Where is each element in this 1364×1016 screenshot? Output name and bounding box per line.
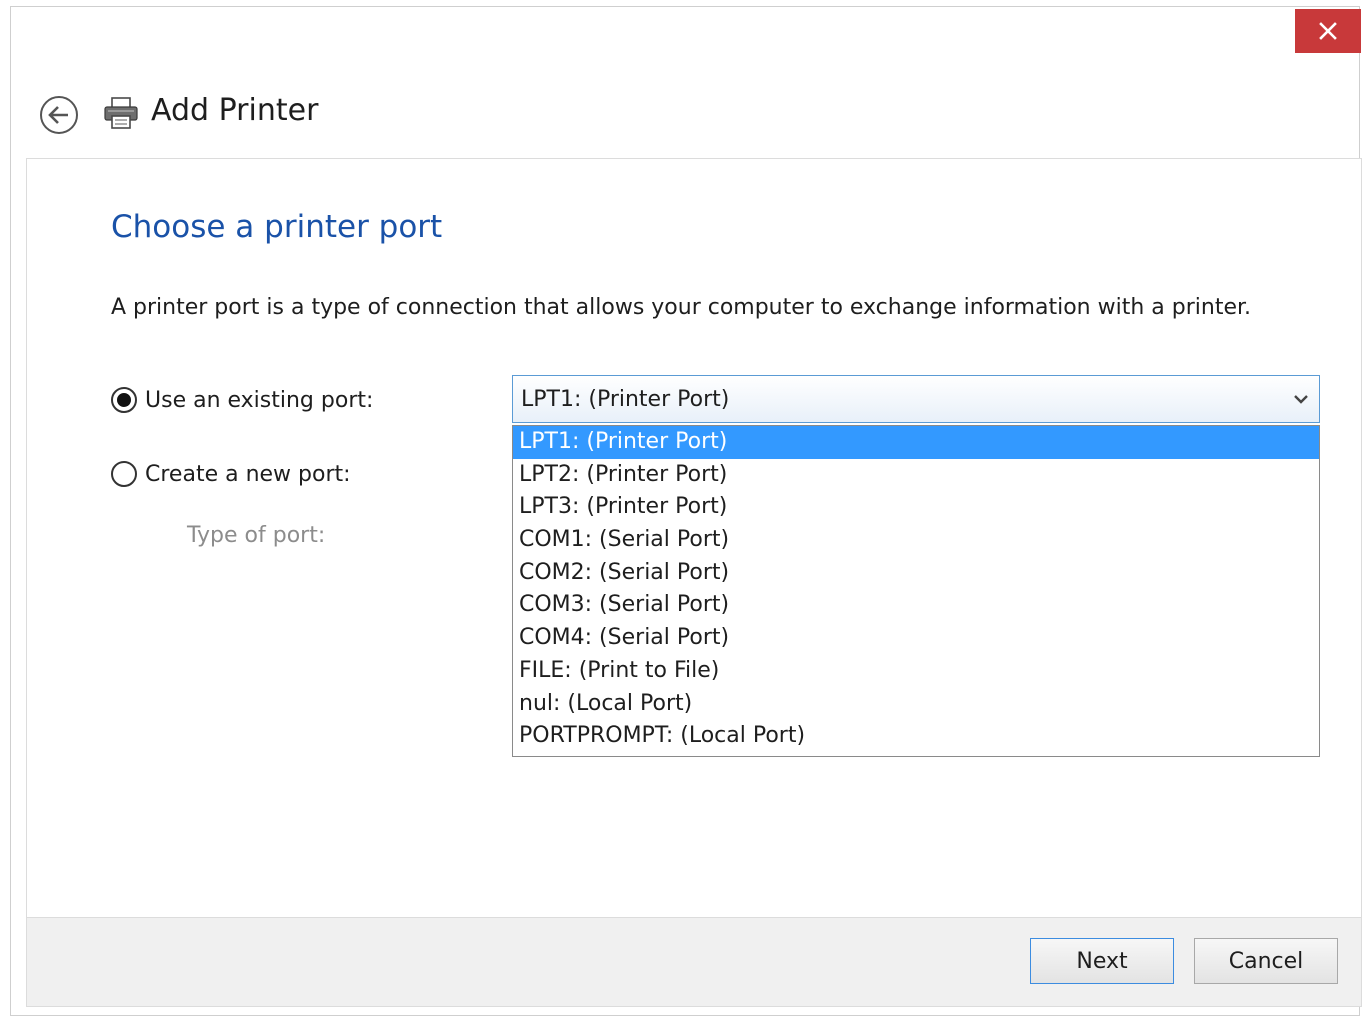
port-option[interactable]: nul: (Local Port) <box>513 688 1319 721</box>
use-existing-port-label: Use an existing port: <box>145 387 374 413</box>
port-option[interactable]: LPT1: (Printer Port) <box>513 426 1319 459</box>
existing-port-select[interactable]: LPT1: (Printer Port) <box>512 375 1320 423</box>
type-of-port-label: Type of port: <box>187 523 326 548</box>
printer-icon <box>103 95 139 131</box>
back-button[interactable] <box>39 95 79 135</box>
radio-dot <box>117 393 131 407</box>
create-new-port-radio[interactable]: Create a new port: <box>111 461 351 487</box>
page-title: Choose a printer port <box>111 209 443 245</box>
port-option[interactable]: COM3: (Serial Port) <box>513 589 1319 622</box>
next-button[interactable]: Next <box>1030 938 1174 984</box>
port-option[interactable]: COM1: (Serial Port) <box>513 524 1319 557</box>
radio-button-unchecked[interactable] <box>111 461 137 487</box>
cancel-button[interactable]: Cancel <box>1194 938 1338 984</box>
use-existing-port-radio[interactable]: Use an existing port: <box>111 387 373 413</box>
port-option[interactable]: PORTPROMPT: (Local Port) <box>513 720 1319 753</box>
radio-button-checked[interactable] <box>111 387 137 413</box>
add-printer-window: Add Printer Choose a printer port A prin… <box>10 6 1362 1016</box>
existing-port-select-value: LPT1: (Printer Port) <box>521 386 730 412</box>
window-title: Add Printer <box>151 93 319 128</box>
chevron-down-icon[interactable] <box>1283 375 1319 423</box>
back-arrow-icon <box>39 96 79 139</box>
port-option[interactable]: LPT3: (Printer Port) <box>513 491 1319 524</box>
port-option[interactable]: FILE: (Print to File) <box>513 655 1319 688</box>
page-description: A printer port is a type of connection t… <box>111 295 1251 320</box>
port-dropdown-list: LPT1: (Printer Port) LPT2: (Printer Port… <box>512 425 1320 757</box>
port-option[interactable]: COM4: (Serial Port) <box>513 622 1319 655</box>
port-option[interactable]: LPT2: (Printer Port) <box>513 459 1319 492</box>
create-new-port-label: Create a new port: <box>145 461 351 487</box>
wizard-content: Choose a printer port A printer port is … <box>26 158 1362 918</box>
port-option[interactable]: COM2: (Serial Port) <box>513 557 1319 590</box>
wizard-footer: Next Cancel <box>26 917 1362 1007</box>
window-header: Add Printer <box>11 7 1359 157</box>
